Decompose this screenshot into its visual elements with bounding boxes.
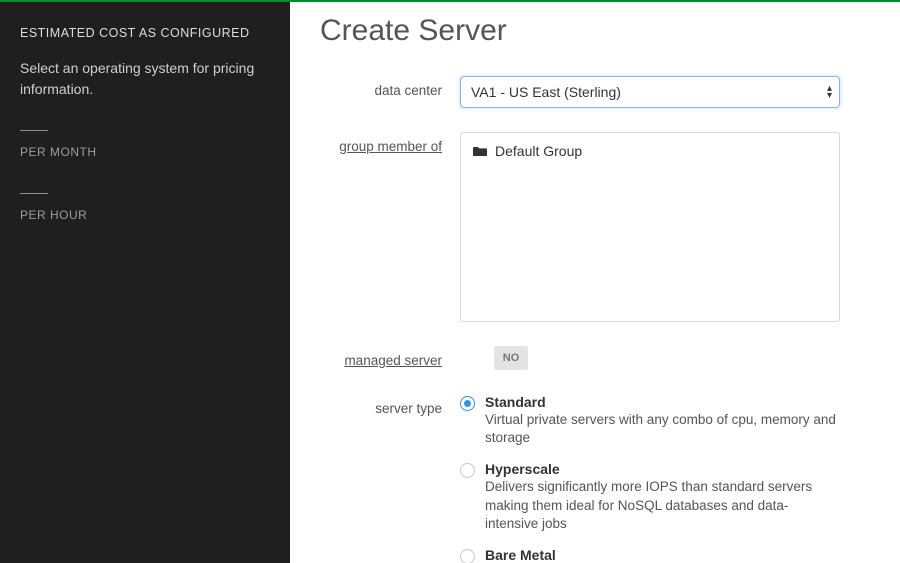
server-type-radio-group: Standard Virtual private servers with an… bbox=[460, 394, 840, 563]
select-data-center[interactable]: VA1 - US East (Sterling) ▴▾ bbox=[460, 76, 840, 108]
row-managed-server: managed server NO bbox=[320, 346, 870, 370]
label-server-type: server type bbox=[320, 394, 460, 563]
cost-month-value bbox=[20, 130, 48, 131]
radio-desc: Virtual private servers with any combo o… bbox=[485, 411, 840, 447]
main-panel: Create Server data center VA1 - US East … bbox=[290, 2, 900, 563]
group-item-default[interactable]: Default Group bbox=[473, 143, 827, 159]
cost-month-label: per month bbox=[20, 145, 270, 159]
server-type-option-hyperscale[interactable]: Hyperscale Delivers significantly more I… bbox=[460, 461, 840, 533]
radio-desc: Delivers significantly more IOPS than st… bbox=[485, 478, 840, 533]
label-data-center: data center bbox=[320, 76, 460, 108]
app-root: ESTIMATED COST AS CONFIGURED Select an o… bbox=[0, 0, 900, 563]
data-center-dropdown[interactable]: VA1 - US East (Sterling) bbox=[460, 76, 840, 108]
server-type-option-baremetal[interactable]: Bare Metal Dedicated physical servers on… bbox=[460, 547, 840, 563]
radio-title: Standard bbox=[485, 394, 840, 410]
folder-icon bbox=[473, 145, 487, 157]
row-data-center: data center VA1 - US East (Sterling) ▴▾ bbox=[320, 76, 870, 108]
radio-icon[interactable] bbox=[460, 463, 475, 478]
radio-title: Bare Metal bbox=[485, 547, 840, 563]
managed-server-toggle[interactable]: NO bbox=[460, 346, 840, 370]
row-server-type: server type Standard Virtual private ser… bbox=[320, 394, 870, 563]
server-type-option-standard[interactable]: Standard Virtual private servers with an… bbox=[460, 394, 840, 447]
cost-hour-value bbox=[20, 193, 48, 194]
cost-hour-label: per hour bbox=[20, 208, 270, 222]
row-group-member: group member of Default Group bbox=[320, 132, 870, 322]
sidebar-note: Select an operating system for pricing i… bbox=[20, 58, 270, 100]
cost-block-hour: per hour bbox=[20, 193, 270, 222]
radio-icon[interactable] bbox=[460, 396, 475, 411]
cost-sidebar: ESTIMATED COST AS CONFIGURED Select an o… bbox=[0, 2, 290, 563]
group-item-label: Default Group bbox=[495, 143, 582, 159]
label-managed-server: managed server bbox=[320, 346, 460, 370]
page-title: Create Server bbox=[320, 14, 870, 48]
sidebar-title: ESTIMATED COST AS CONFIGURED bbox=[20, 26, 270, 40]
radio-title: Hyperscale bbox=[485, 461, 840, 477]
group-member-box[interactable]: Default Group bbox=[460, 132, 840, 322]
toggle-blank-side bbox=[460, 346, 494, 370]
toggle-state-label: NO bbox=[494, 346, 528, 370]
radio-icon[interactable] bbox=[460, 549, 475, 563]
label-group-member: group member of bbox=[320, 132, 460, 322]
cost-block-month: per month bbox=[20, 130, 270, 159]
